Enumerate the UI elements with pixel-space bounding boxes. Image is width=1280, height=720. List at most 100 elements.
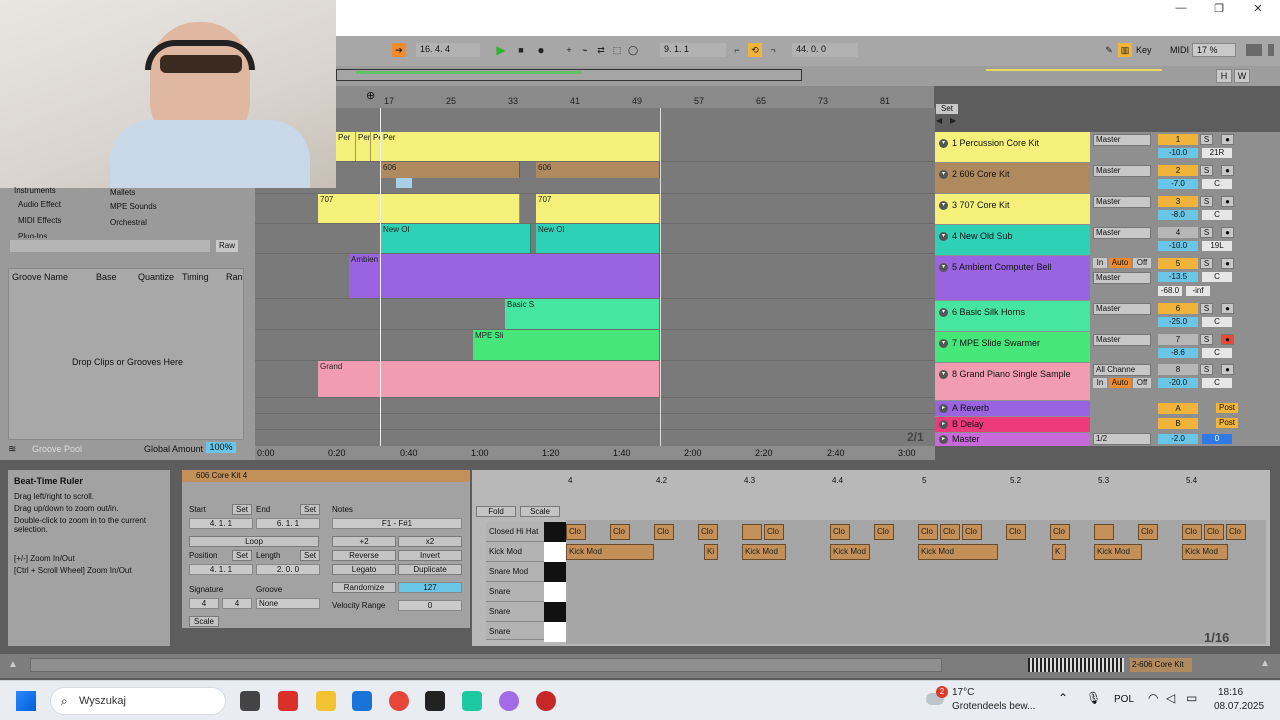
start-field[interactable]: 4. 1. 1 bbox=[189, 518, 253, 529]
close-button[interactable]: ✕ bbox=[1243, 2, 1273, 18]
clip[interactable]: 707 bbox=[318, 194, 520, 223]
length-field[interactable]: 2. 0. 0 bbox=[256, 564, 320, 575]
drum-row[interactable]: Snare bbox=[486, 622, 546, 640]
track-lane-2[interactable]: 606 606 bbox=[255, 162, 935, 194]
preview-bar[interactable] bbox=[10, 240, 210, 252]
solo-button[interactable]: S bbox=[1200, 364, 1213, 375]
pan-field[interactable]: C bbox=[1202, 317, 1232, 327]
beat-time-ruler[interactable]: ⊕ 17 25 33 41 49 57 65 73 81 bbox=[336, 86, 934, 108]
track-name[interactable]: 8 Grand Piano Single Sample bbox=[952, 369, 1071, 379]
master-pan[interactable]: 0 bbox=[1202, 434, 1232, 444]
solo-button[interactable]: S bbox=[1200, 134, 1213, 145]
clip[interactable]: New Ol bbox=[381, 224, 531, 253]
keyboard-icon[interactable]: ▥ bbox=[1118, 43, 1132, 57]
track-activator[interactable]: 6 bbox=[1158, 303, 1198, 314]
windows-start-icon[interactable] bbox=[16, 691, 36, 711]
fold-icon[interactable]: ▸ bbox=[939, 435, 948, 445]
return-lane-a[interactable] bbox=[255, 398, 935, 414]
arm-button[interactable]: ● bbox=[1221, 227, 1234, 238]
input-channel-select[interactable]: All Channe bbox=[1093, 364, 1151, 376]
capture-icon[interactable]: ⬚ bbox=[610, 43, 624, 57]
col-quantize[interactable]: Quantize bbox=[138, 272, 174, 282]
fold-icon[interactable]: ▾ bbox=[939, 370, 948, 380]
fold-icon[interactable]: ▾ bbox=[939, 308, 948, 318]
groove-pool-icon[interactable]: ≋ bbox=[8, 444, 16, 455]
midi-note[interactable]: Clo bbox=[1204, 524, 1224, 540]
midi-note[interactable]: Kick Mod bbox=[1094, 544, 1142, 560]
fold-icon[interactable]: ▸ bbox=[939, 420, 948, 430]
volume-field[interactable]: -20.0 bbox=[1158, 378, 1198, 388]
browser-item[interactable]: Instruments bbox=[14, 186, 56, 195]
set-start-button[interactable]: Set bbox=[232, 504, 252, 515]
clip-title[interactable]: 606 Core Kit 4 bbox=[182, 470, 470, 482]
clip[interactable]: 606 bbox=[536, 162, 660, 178]
fold-button[interactable]: Fold bbox=[476, 506, 516, 517]
post-button[interactable]: Post bbox=[1216, 403, 1238, 413]
speaker-icon[interactable]: ◁ bbox=[1166, 691, 1175, 705]
clip[interactable]: New Ol bbox=[536, 224, 660, 253]
track-name[interactable]: 5 Ambient Computer Bell bbox=[952, 262, 1052, 272]
solo-button[interactable]: S bbox=[1200, 303, 1213, 314]
browser-item[interactable]: MPE Sounds bbox=[110, 202, 157, 211]
w-button[interactable]: W bbox=[1234, 69, 1250, 83]
loop-start-field[interactable]: 9. 1. 1 bbox=[660, 43, 726, 57]
outlook-icon[interactable] bbox=[352, 691, 372, 711]
solo-button[interactable]: S bbox=[1200, 227, 1213, 238]
track-name[interactable]: 6 Basic Silk Horns bbox=[952, 307, 1025, 317]
midi-note[interactable]: Clo bbox=[940, 524, 960, 540]
next-locator-icon[interactable]: ▶ bbox=[950, 116, 959, 125]
auto-button[interactable]: Auto bbox=[1109, 258, 1131, 268]
solo-button[interactable]: S bbox=[1200, 334, 1213, 345]
file-explorer-icon[interactable] bbox=[316, 691, 336, 711]
fold-icon[interactable]: ▸ bbox=[939, 404, 948, 414]
drum-row[interactable]: Snare bbox=[486, 582, 546, 602]
previous-locator-icon[interactable]: ◀ bbox=[936, 116, 945, 125]
re-enable-automation-icon[interactable]: ⇄ bbox=[594, 43, 608, 57]
punch-in-icon[interactable]: ⌐ bbox=[730, 43, 744, 57]
pan-field[interactable]: 19L bbox=[1202, 241, 1232, 251]
midi-note[interactable]: Clo bbox=[918, 524, 938, 540]
search-box[interactable]: ⌕ Wyszukaj bbox=[50, 687, 226, 715]
midi-note[interactable]: Kick Mod bbox=[830, 544, 870, 560]
set-position-button[interactable]: Set bbox=[232, 550, 252, 561]
midi-note[interactable]: Kick Mod bbox=[918, 544, 998, 560]
clip[interactable]: 606 bbox=[381, 162, 520, 178]
col-timing[interactable]: Timing bbox=[182, 272, 209, 282]
browser-item[interactable]: Audio Effect bbox=[18, 200, 61, 209]
weather-desc[interactable]: Grotendeels bew... bbox=[952, 701, 1035, 712]
midi-note[interactable]: Clo bbox=[1138, 524, 1158, 540]
piano-keys[interactable] bbox=[544, 522, 566, 642]
post-button[interactable]: Post bbox=[1216, 418, 1238, 428]
off-button[interactable]: Off bbox=[1133, 378, 1151, 388]
loop-switch-icon[interactable]: ⟲ bbox=[748, 43, 762, 57]
hide-overview-button[interactable]: H bbox=[1216, 69, 1232, 83]
col-groove-name[interactable]: Groove Name bbox=[12, 272, 68, 282]
groove-select[interactable]: None bbox=[256, 598, 320, 609]
arm-button[interactable]: ● bbox=[1221, 364, 1234, 375]
return-activator[interactable]: B bbox=[1158, 418, 1198, 429]
browser-item[interactable]: Orchestral bbox=[110, 218, 147, 227]
microphone-icon[interactable]: 🎙 bbox=[1086, 691, 1101, 705]
volume-field[interactable]: -8.0 bbox=[1158, 210, 1198, 220]
fold-icon[interactable]: ▾ bbox=[939, 232, 948, 242]
arm-button[interactable]: ● bbox=[1221, 134, 1234, 145]
track-name[interactable]: 7 MPE Slide Swarmer bbox=[952, 338, 1040, 348]
volume-field[interactable]: -13.5 bbox=[1158, 272, 1198, 282]
track-name[interactable]: 3 707 Core Kit bbox=[952, 200, 1010, 210]
volume-field[interactable]: -25.0 bbox=[1158, 317, 1198, 327]
global-amount-value[interactable]: 100% bbox=[206, 442, 236, 453]
track-header-2[interactable]: ▾ 2 606 Core Kit bbox=[935, 163, 1090, 193]
track-name[interactable]: 1 Percussion Core Kit bbox=[952, 138, 1039, 148]
end-field[interactable]: 6. 1. 1 bbox=[256, 518, 320, 529]
key-map-button[interactable]: Key bbox=[1136, 45, 1152, 55]
session-record-icon[interactable]: ◯ bbox=[626, 43, 640, 57]
track-activator[interactable]: 8 bbox=[1158, 364, 1198, 375]
stop-icon[interactable]: ■ bbox=[514, 43, 528, 57]
track-lane-7[interactable]: MPE Sli bbox=[255, 330, 935, 361]
chrome-profile-icon[interactable] bbox=[499, 691, 519, 711]
clip[interactable]: Per bbox=[356, 132, 371, 161]
raw-button[interactable]: Raw bbox=[216, 240, 238, 252]
transpose-up-button[interactable]: +2 bbox=[332, 536, 396, 547]
drum-row[interactable]: Snare Mod bbox=[486, 562, 546, 582]
play-icon[interactable]: ▶ bbox=[494, 43, 508, 57]
